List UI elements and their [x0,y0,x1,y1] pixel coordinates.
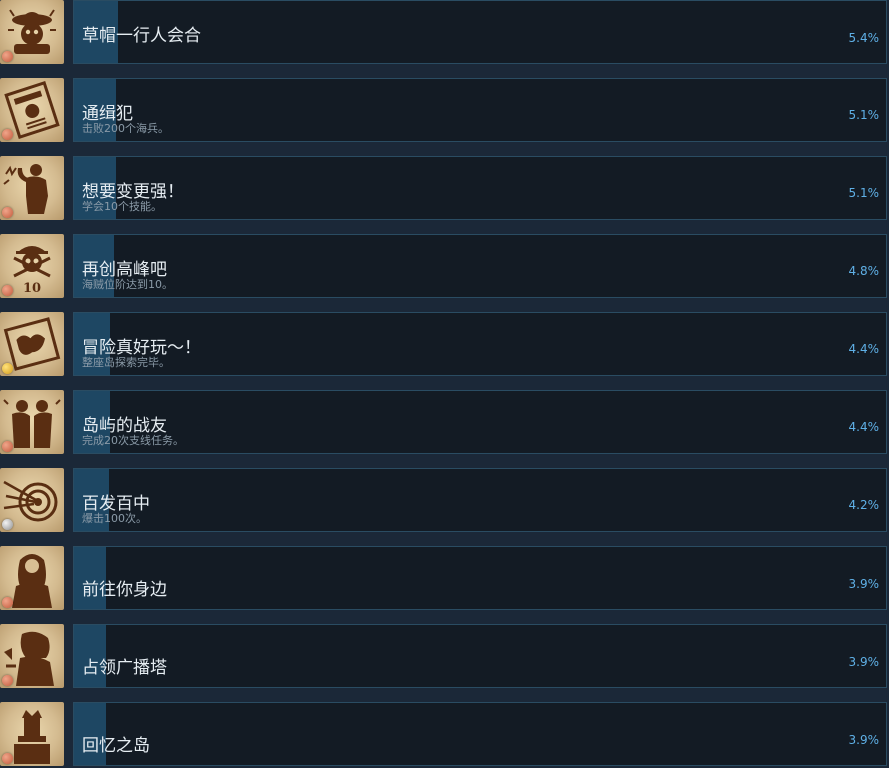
achievement-description: 学会10个技能。 [82,200,162,213]
flexing-fighter-icon [0,156,64,220]
achievement-title: 前往你身边 [82,580,167,600]
achievement-description: 击败200个海兵。 [82,122,169,135]
unlock-percentage: 4.2% [848,498,880,512]
achievement-title: 草帽一行人会合 [82,26,201,46]
unlock-percentage: 5.1% [848,186,880,200]
girl-silhouette-icon [0,546,64,610]
achievement-panel: 再创高峰吧 海贼位阶达到10。 4.8% [73,234,887,298]
achievement-row[interactable]: 10 再创高峰吧 海贼位阶达到10。 4.8% [0,234,889,300]
bronze-medal-icon [2,441,13,452]
jolly-roger-icon: 10 [0,234,64,298]
achievement-row[interactable]: 百发百中 爆击100次。 4.2% [0,468,889,534]
bronze-medal-icon [2,129,13,140]
achievement-panel: 通缉犯 击败200个海兵。 5.1% [73,78,887,142]
achievement-row[interactable]: 岛屿的战友 完成20次支线任务。 4.4% [0,390,889,456]
achievement-row[interactable]: 回忆之岛 3.9% [0,702,889,768]
bronze-medal-icon [2,285,13,296]
unlock-percentage: 4.4% [848,420,880,434]
achievement-panel: 回忆之岛 3.9% [73,702,887,766]
achievement-row[interactable]: 通缉犯 击败200个海兵。 5.1% [0,78,889,144]
bronze-medal-icon [2,51,13,62]
achievement-row[interactable]: 草帽一行人会合 5.4% [0,0,889,66]
achievement-description: 爆击100次。 [82,512,147,525]
svg-text:10: 10 [23,281,41,296]
island-map-icon [0,312,64,376]
straw-hat-crew-icon [0,0,64,64]
achievement-description: 整座岛探索完毕。 [82,356,170,369]
unlock-percentage: 4.8% [848,264,880,278]
unlock-percentage: 5.4% [848,31,880,45]
gold-medal-icon [2,363,13,374]
achievement-title: 回忆之岛 [82,736,150,756]
bronze-medal-icon [2,207,13,218]
achievement-description: 完成20次支线任务。 [82,434,184,447]
comrades-icon [0,390,64,454]
achievement-row[interactable]: 前往你身边 3.9% [0,546,889,612]
achievement-panel: 百发百中 爆击100次。 4.2% [73,468,887,532]
achievement-row[interactable]: 想要变更强！ 学会10个技能。 5.1% [0,156,889,222]
unlock-percentage: 3.9% [848,577,880,591]
bronze-medal-icon [2,675,13,686]
bullseye-target-icon [0,468,64,532]
achievement-panel: 冒险真好玩～！ 整座岛探索完毕。 4.4% [73,312,887,376]
achievement-row[interactable]: 冒险真好玩～！ 整座岛探索完毕。 4.4% [0,312,889,378]
achievement-panel: 岛屿的战友 完成20次支线任务。 4.4% [73,390,887,454]
achievement-panel: 草帽一行人会合 5.4% [73,0,887,64]
unlock-percentage: 4.4% [848,342,880,356]
broadcast-speaker-icon [0,624,64,688]
unlock-percentage: 5.1% [848,108,880,122]
achievement-panel: 想要变更强！ 学会10个技能。 5.1% [73,156,887,220]
achievement-list: 草帽一行人会合 5.4% 通缉犯 击败200个海兵。 5.1% 想要变更强！ 学会10个… [0,0,889,766]
silver-medal-icon [2,519,13,530]
unlock-percentage: 3.9% [848,655,880,669]
unlock-percentage: 3.9% [848,733,880,747]
achievement-title: 占领广播塔 [82,658,167,678]
wanted-poster-icon [0,78,64,142]
bronze-medal-icon [2,597,13,608]
achievement-panel: 占领广播塔 3.9% [73,624,887,688]
memorial-statue-icon [0,702,64,766]
achievement-row[interactable]: 占领广播塔 3.9% [0,624,889,690]
achievement-panel: 前往你身边 3.9% [73,546,887,610]
achievement-description: 海贼位阶达到10。 [82,278,173,291]
